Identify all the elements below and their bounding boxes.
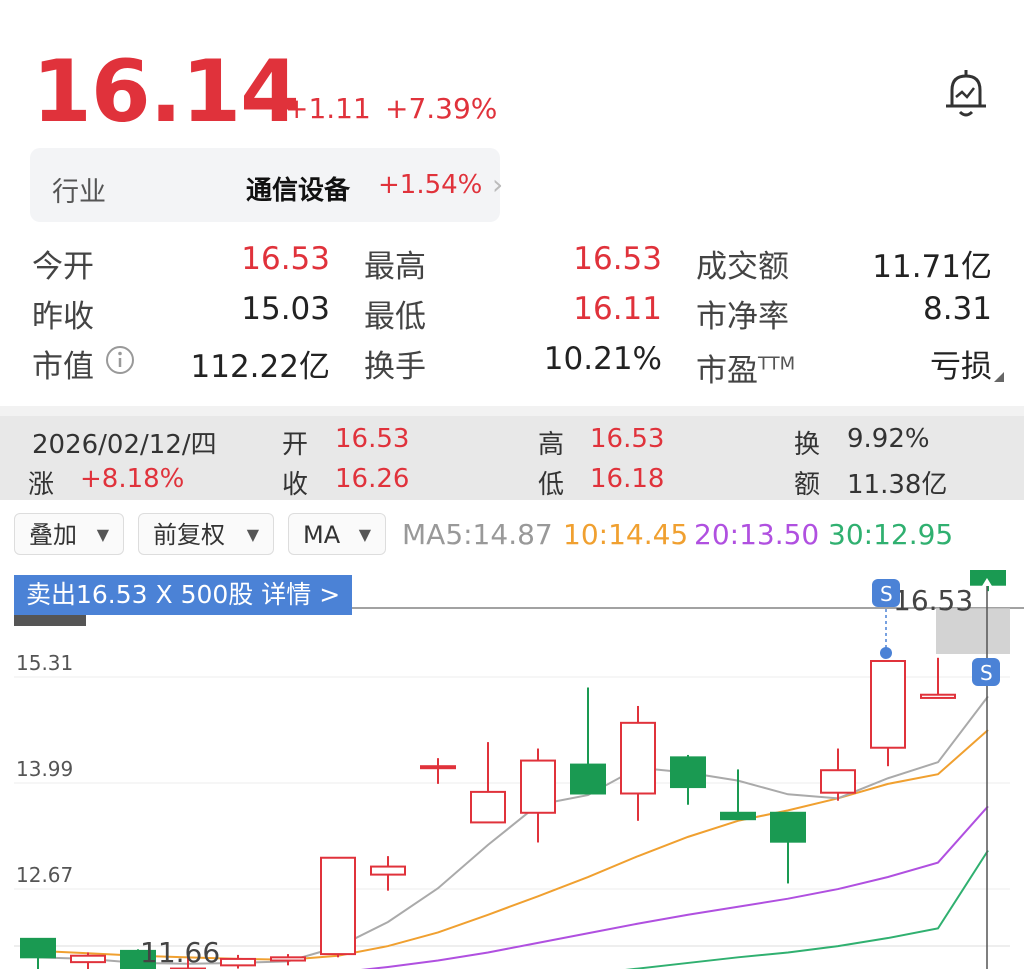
info-turnover-label: 换 xyxy=(794,430,821,460)
info-close: 16.26 xyxy=(335,464,410,494)
info-change: +8.18% xyxy=(80,464,185,494)
candle-down xyxy=(770,811,806,843)
candle-down xyxy=(720,811,756,821)
price-alert-bell-icon[interactable] xyxy=(938,66,994,122)
stat-label-prev-close: 昨收 xyxy=(32,299,94,335)
corner-expand-icon[interactable] xyxy=(994,372,1004,382)
candle-up xyxy=(870,660,906,749)
indicator-label: MA xyxy=(303,521,341,549)
trade-record-banner[interactable]: 卖出16.53 X 500股 详情 > xyxy=(14,575,352,615)
info-high-label: 高 xyxy=(538,430,565,460)
ma5-line xyxy=(37,695,989,965)
adjust-label: 前复权 xyxy=(153,521,225,549)
y-tick-label: 12.67 xyxy=(16,863,73,887)
candle-up xyxy=(470,790,506,824)
candle-info-bar: 2026/02/12/四 开 16.53 高 16.53 换 9.92% 涨 +… xyxy=(0,416,1024,500)
stat-label-market-cap: 市值 xyxy=(32,349,94,385)
caret-down-icon: ▼ xyxy=(358,525,371,544)
marker-dot xyxy=(880,647,892,659)
candle-up xyxy=(820,769,856,794)
max-price-label: 16.53 xyxy=(893,584,973,617)
info-date: 2026/02/12/四 xyxy=(32,430,217,460)
industry-chip[interactable]: 行业 通信设备 +1.54% › xyxy=(30,148,504,222)
stat-value-market-cap: 112.22亿 xyxy=(190,349,330,385)
candle-up xyxy=(220,957,256,967)
info-low: 16.18 xyxy=(590,464,665,494)
candle-up xyxy=(270,956,306,962)
stat-label-pe: 市盈TTM xyxy=(696,353,796,389)
price-change: +1.11 xyxy=(285,92,371,125)
ma30-value: 30:12.95 xyxy=(828,518,954,551)
chevron-right-icon: › xyxy=(492,168,504,201)
stat-value-high: 16.53 xyxy=(573,241,662,277)
y-tick-label: 13.99 xyxy=(16,757,73,781)
info-amount-label: 额 xyxy=(794,470,821,500)
candle-up xyxy=(320,856,356,956)
caret-down-icon: ▼ xyxy=(96,525,109,544)
stat-value-low: 16.11 xyxy=(573,291,662,327)
stat-label-pb: 市净率 xyxy=(696,299,789,335)
ma5-value: MA5:14.87 xyxy=(402,518,553,551)
overlay-label: 叠加 xyxy=(29,521,77,549)
candle-up xyxy=(920,693,956,699)
info-close-label: 收 xyxy=(282,470,309,500)
indicator-dropdown[interactable]: MA ▼ xyxy=(288,513,386,555)
caret-down-icon: ▼ xyxy=(246,525,259,544)
candle-down xyxy=(670,756,706,789)
sell-marker: S xyxy=(880,582,893,606)
stat-value-prev-close: 15.03 xyxy=(241,291,330,327)
industry-name: 通信设备 xyxy=(246,176,351,206)
last-price: 16.14 xyxy=(32,42,300,142)
adjust-dropdown[interactable]: 前复权 ▼ xyxy=(138,513,274,555)
industry-change: +1.54% xyxy=(378,170,483,200)
candle-down xyxy=(20,937,56,959)
stat-value-turnover: 10.21% xyxy=(543,341,662,377)
ma20-value: 20:13.50 xyxy=(694,518,820,551)
candle-up xyxy=(70,954,106,964)
sell-marker-2: S xyxy=(980,661,993,685)
kline-chart[interactable]: 15.31 13.99 12.67 16.53 11.66 S S xyxy=(0,570,1024,969)
y-tick-label: 15.31 xyxy=(16,651,73,675)
info-amount: 11.38亿 xyxy=(847,470,948,500)
industry-label: 行业 xyxy=(52,177,106,208)
info-open: 16.53 xyxy=(335,424,410,454)
stat-value-pb: 8.31 xyxy=(922,291,992,327)
info-low-label: 低 xyxy=(538,470,565,500)
candle-up xyxy=(520,759,556,814)
ma10-value: 10:14.45 xyxy=(563,518,689,551)
stat-label-open: 今开 xyxy=(32,249,94,285)
stat-value-pe: 亏损 xyxy=(930,349,992,385)
stat-value-amount: 11.71亿 xyxy=(872,249,992,285)
stat-label-amount: 成交额 xyxy=(696,249,789,285)
overlay-dropdown[interactable]: 叠加 ▼ xyxy=(14,513,124,555)
candle-up xyxy=(370,865,406,876)
info-change-label: 涨 xyxy=(28,470,55,500)
stat-value-open: 16.53 xyxy=(241,241,330,277)
stat-label-low: 最低 xyxy=(364,299,426,335)
candle-up xyxy=(420,765,456,770)
price-change-percent: +7.39% xyxy=(385,92,498,125)
candle-up xyxy=(620,721,656,795)
stat-label-high: 最高 xyxy=(364,249,426,285)
stat-label-turnover: 换手 xyxy=(364,349,426,385)
section-divider xyxy=(0,406,1024,416)
ma10-line xyxy=(37,729,989,961)
info-icon[interactable] xyxy=(104,344,136,376)
info-open-label: 开 xyxy=(282,430,309,460)
info-high: 16.53 xyxy=(590,424,665,454)
info-turnover: 9.92% xyxy=(847,424,930,454)
min-price-label: 11.66 xyxy=(140,936,220,969)
candle-down xyxy=(570,763,606,795)
